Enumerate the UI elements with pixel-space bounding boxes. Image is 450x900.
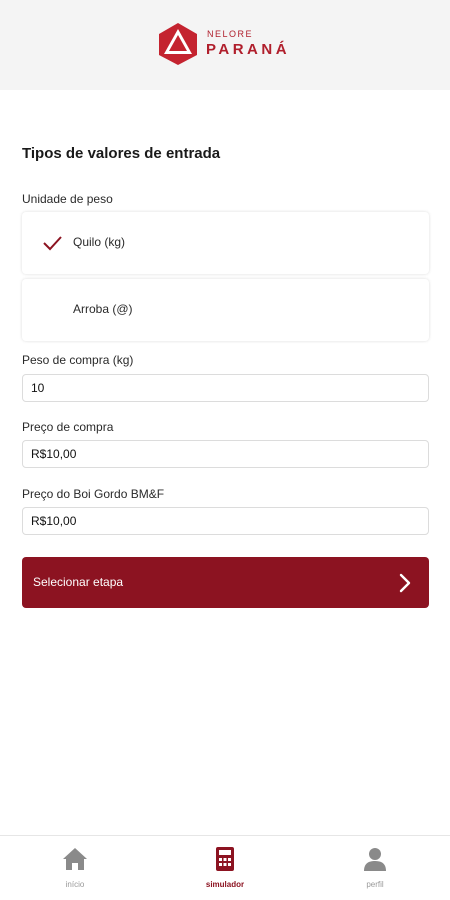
- select-stage-button[interactable]: Selecionar etapa: [22, 557, 429, 608]
- brand-big-text: PARANÁ: [206, 41, 291, 58]
- weight-unit-label: Unidade de peso: [22, 192, 113, 206]
- tab-inicio[interactable]: início: [0, 836, 150, 900]
- bmf-price-label: Preço do Boi Gordo BM&F: [22, 487, 165, 501]
- page-title: Tipos de valores de entrada: [22, 145, 221, 162]
- weight-unit-option-label: Arroba (@): [73, 302, 133, 316]
- bottom-tab-bar: início simulador perfil: [0, 835, 450, 900]
- tab-perfil[interactable]: perfil: [300, 836, 450, 900]
- calculator-icon: [216, 847, 234, 871]
- purchase-price-input[interactable]: R$10,00: [22, 440, 429, 468]
- checkmark-icon: [43, 236, 62, 251]
- purchase-weight-label: Peso de compra (kg): [22, 353, 134, 367]
- brand-logo: NELORE PARANÁ: [157, 22, 297, 68]
- purchase-price-label: Preço de compra: [22, 420, 114, 434]
- chevron-right-icon: [399, 573, 411, 593]
- weight-unit-option-label: Quilo (kg): [73, 235, 126, 249]
- user-icon: [364, 848, 386, 871]
- tab-label: simulador: [205, 880, 245, 889]
- weight-unit-option-kg[interactable]: Quilo (kg): [22, 212, 429, 274]
- purchase-weight-input[interactable]: 10: [22, 374, 429, 402]
- hexagon-triangle-logo-icon: [159, 23, 197, 65]
- tab-label: perfil: [366, 880, 384, 889]
- weight-unit-option-arroba[interactable]: Arroba (@): [22, 279, 429, 341]
- app-header: NELORE PARANÁ: [0, 0, 450, 90]
- tab-simulador[interactable]: simulador: [150, 836, 300, 900]
- bmf-price-input[interactable]: R$10,00: [22, 507, 429, 535]
- brand-small-text: NELORE: [207, 29, 254, 39]
- select-stage-button-label: Selecionar etapa: [33, 575, 124, 589]
- tab-label: início: [65, 880, 85, 889]
- home-icon: [63, 848, 87, 870]
